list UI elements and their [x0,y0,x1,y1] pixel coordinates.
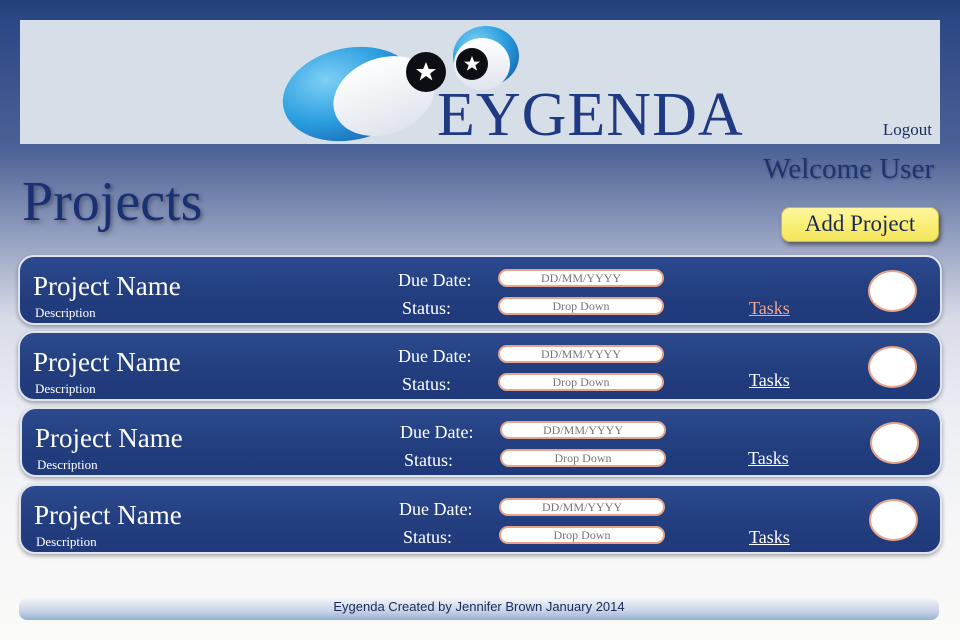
logout-link[interactable]: Logout [883,120,932,140]
project-description: Description [35,381,96,396]
project-toggle-circle[interactable] [870,422,919,464]
project-name: Project Name [33,347,181,377]
project-card: Project Name Description Due Date: Statu… [20,407,942,477]
due-date-label: Due Date: [400,422,474,442]
due-date-input[interactable] [499,498,665,516]
tasks-link[interactable]: Tasks [749,298,790,319]
add-project-button[interactable]: Add Project [781,207,939,242]
project-description: Description [37,457,98,472]
due-date-label: Due Date: [398,270,472,290]
tasks-link[interactable]: Tasks [748,448,789,469]
header-banner: EYGENDA Logout [20,20,940,144]
project-toggle-circle[interactable] [869,499,918,541]
project-card: Project Name Description Due Date: Statu… [18,255,942,325]
due-date-input[interactable] [498,345,664,363]
project-card: Project Name Description Due Date: Statu… [19,484,942,554]
due-date-label: Due Date: [399,499,473,519]
project-card: Project Name Description Due Date: Statu… [18,331,942,401]
status-label: Status: [404,450,454,470]
project-description: Description [35,305,96,320]
status-dropdown[interactable] [500,449,666,467]
project-name: Project Name [33,271,181,301]
project-description: Description [36,534,97,549]
page-title: Projects [22,171,203,233]
project-toggle-circle[interactable] [868,270,917,312]
status-dropdown[interactable] [498,297,664,315]
project-name: Project Name [35,423,183,453]
logo-wordmark: EYGENDA [437,81,744,144]
status-label: Status: [402,374,452,394]
status-label: Status: [402,298,452,318]
welcome-message: Welcome User [763,153,934,185]
project-toggle-circle[interactable] [868,346,917,388]
status-dropdown[interactable] [499,526,665,544]
footer-credit: Eygenda Created by Jennifer Brown Januar… [19,598,939,620]
tasks-link[interactable]: Tasks [749,370,790,391]
due-date-input[interactable] [500,421,666,439]
project-name: Project Name [34,500,182,530]
due-date-input[interactable] [498,269,664,287]
due-date-label: Due Date: [398,346,472,366]
status-dropdown[interactable] [498,373,664,391]
status-label: Status: [403,527,453,547]
tasks-link[interactable]: Tasks [749,527,790,548]
